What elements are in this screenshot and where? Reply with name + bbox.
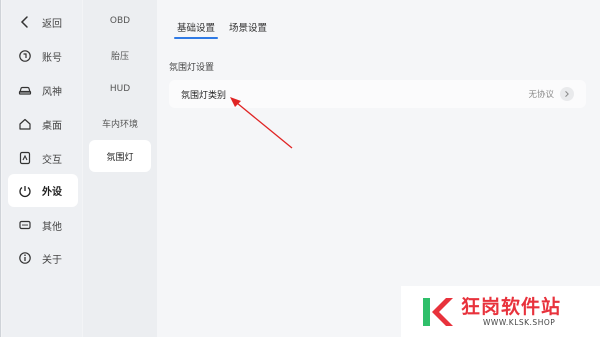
nav-item-label: 桌面 [42,120,62,132]
nav-item-label: 返回 [42,18,62,30]
nav-item-label: 交互 [42,154,62,166]
submenu-item-tire-pressure[interactable]: 胎压 [89,40,151,70]
tab-scene-settings[interactable]: 场景设置 [229,20,267,39]
setting-label: 氛围灯类别 [181,90,227,101]
watermark-url: WWW.KLSK.SHOP [483,318,556,327]
section-title: 氛围灯设置 [169,63,215,73]
setting-value: 无协议 [528,90,554,100]
home-icon [18,117,32,131]
account-icon [18,49,32,63]
nav-item-fengshen[interactable]: 风神 [8,75,78,105]
main-nav: 返回 账号 风神 桌面 交互 外设 其他 关于 [2,0,82,337]
nav-item-account[interactable]: 账号 [8,41,78,71]
submenu-item-hud[interactable]: HUD [89,74,151,104]
nav-item-interaction[interactable]: 交互 [8,143,78,173]
chevron-right-icon [560,87,574,101]
submenu-item-cabin-environment[interactable]: 车内环境 [89,108,151,138]
nav-item-label: 风神 [42,86,62,98]
nav-item-desktop[interactable]: 桌面 [8,109,78,139]
watermark: 狂岗软件站 WWW.KLSK.SHOP [401,286,600,337]
other-icon [18,218,32,232]
nav-item-peripheral[interactable]: 外设 [8,174,78,207]
nav-item-label: 关于 [42,254,62,266]
app-window: 返回 账号 风神 桌面 交互 外设 其他 关于 OBD 胎压 HUD 车内环境 … [0,0,600,337]
info-icon [18,251,32,265]
submenu-item-ambient-light[interactable]: 氛围灯 [89,140,151,172]
back-chevron-icon [18,15,32,29]
car-icon [18,83,32,97]
peripheral-icon [18,184,32,198]
nav-item-label: 账号 [42,52,62,64]
nav-item-label: 外设 [42,187,62,198]
tab-basic-settings[interactable]: 基础设置 [173,20,219,39]
ambient-light-type-row[interactable]: 氛围灯类别 无协议 [169,80,586,108]
peripheral-submenu: OBD 胎压 HUD 车内环境 氛围灯 [83,0,157,337]
nav-item-about[interactable]: 关于 [8,243,78,273]
tab-bar: 基础设置 场景设置 [173,20,267,39]
nav-item-label: 其他 [42,221,62,233]
watermark-name: 狂岗软件站 [461,296,562,318]
nav-item-other[interactable]: 其他 [8,210,78,240]
nav-item-back[interactable]: 返回 [8,7,78,37]
submenu-item-obd[interactable]: OBD [89,6,151,36]
interaction-icon [18,151,32,165]
k-logo-icon [423,297,453,326]
